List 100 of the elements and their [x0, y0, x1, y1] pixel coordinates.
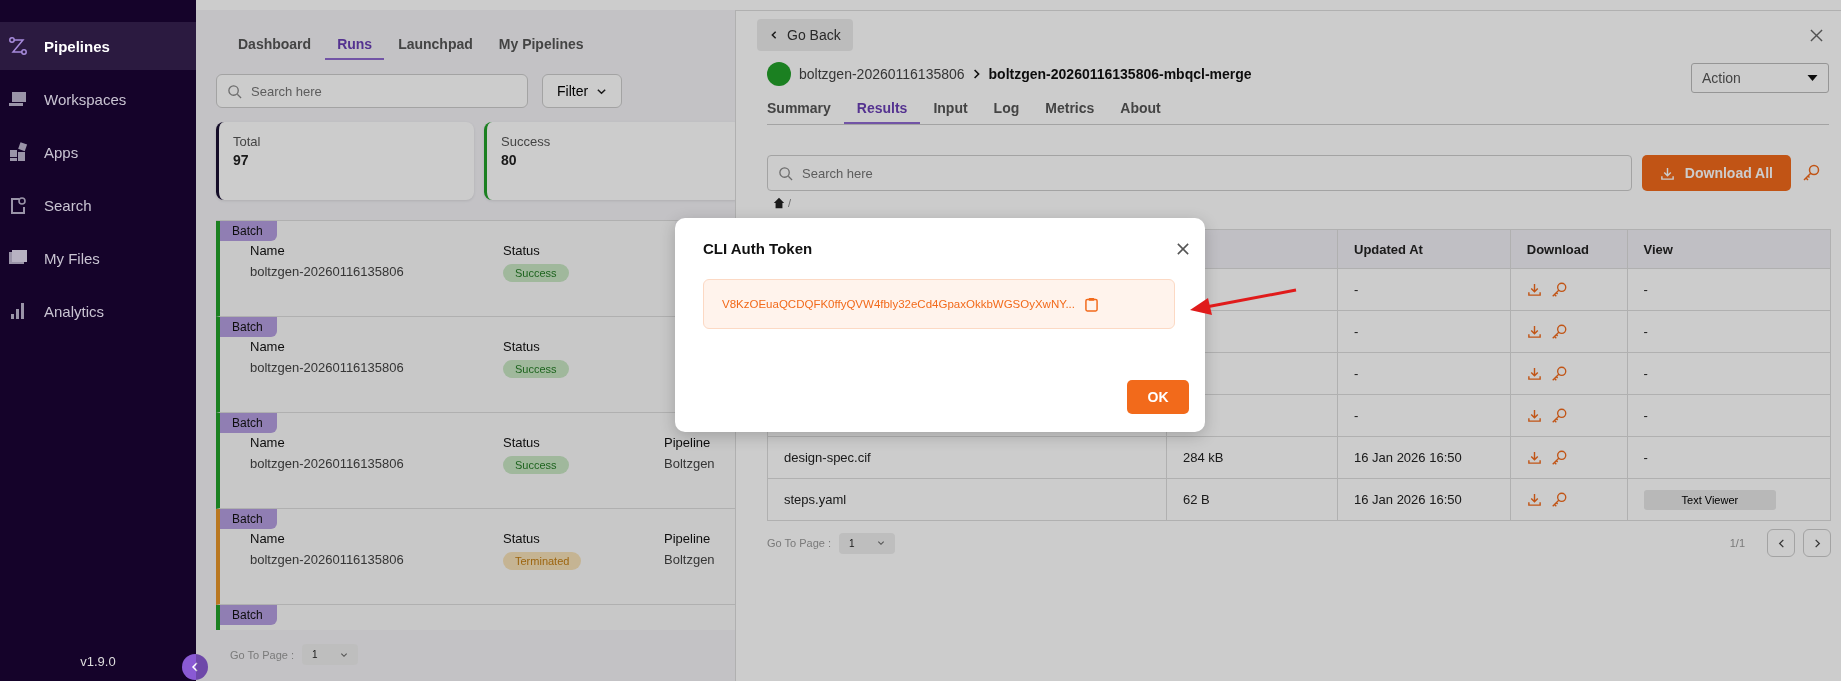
field-label: Name [250, 531, 285, 546]
path-separator: / [788, 197, 792, 209]
key-icon[interactable] [1801, 163, 1821, 183]
sidebar-item[interactable]: Analytics [0, 287, 196, 335]
tab[interactable]: Dashboard [226, 32, 324, 60]
sidebar-item[interactable]: Search [0, 181, 196, 229]
updated-at: - [1354, 366, 1359, 381]
pager-label: Go To Page : [230, 648, 294, 661]
download-icon[interactable] [1526, 282, 1542, 297]
updated-at: - [1354, 282, 1359, 297]
view-cell: - [1643, 324, 1648, 339]
run-card[interactable]: Batch Name boltzgen-20260116135806 Status Success [216, 221, 675, 317]
download-icon[interactable] [1526, 492, 1542, 507]
tab[interactable]: Metrics [1032, 97, 1108, 124]
view-cell: - [1643, 408, 1648, 423]
batch-tag: Batch [220, 221, 277, 241]
sidebar-item[interactable]: Workspaces [0, 75, 196, 123]
view-cell: - [1643, 282, 1648, 297]
status-badge: Success [503, 264, 569, 282]
batch-tag: Batch [220, 317, 277, 337]
sidebar-item[interactable]: My Files [0, 234, 196, 282]
page-select[interactable]: 1 [839, 532, 895, 554]
monitor-icon [8, 89, 28, 109]
run-name: boltzgen-20260116135806 [250, 456, 404, 471]
run-name: boltzgen-20260116135806 [250, 264, 404, 279]
tab[interactable]: Log [980, 97, 1033, 124]
breadcrumb-current: boltzgen-20260116135806-mbqcl-merge [988, 66, 1252, 82]
sidebar-item[interactable]: Apps [0, 128, 196, 176]
nodes-icon [8, 36, 28, 56]
page-select[interactable]: 1 [302, 644, 358, 665]
previous-page-button[interactable] [1767, 529, 1795, 557]
view-cell: - [1643, 450, 1648, 465]
stat-value: 97 [233, 152, 250, 168]
action-dropdown[interactable]: Action [1691, 63, 1829, 93]
tab[interactable]: Summary [767, 97, 844, 124]
chevron-right-icon [972, 69, 981, 79]
tab[interactable]: Launchpad [386, 32, 485, 60]
column-header: Download [1510, 229, 1628, 269]
search-field[interactable]: Search here [216, 74, 528, 108]
view-cell: - [1643, 366, 1648, 381]
pager-label: Go To Page : [767, 537, 831, 549]
text-viewer-button[interactable]: Text Viewer [1643, 489, 1777, 510]
download-icon[interactable] [1526, 450, 1542, 465]
status-badge: Success [503, 456, 569, 474]
close-icon[interactable] [1810, 28, 1823, 42]
stat-value: 80 [501, 152, 518, 168]
run-card[interactable]: Batch [216, 605, 735, 630]
status-badge: Success [503, 360, 569, 378]
chevron-down-icon [876, 539, 885, 547]
clipboard-icon[interactable] [1085, 296, 1098, 312]
chevron-left-icon [189, 661, 201, 673]
go-back-button[interactable]: Go Back [757, 19, 853, 51]
filter-button[interactable]: Filter [542, 74, 623, 108]
run-card[interactable]: Batch Name boltzgen-20260116135806 Status Success Pipeline Boltzgen [216, 413, 735, 509]
collapse-button[interactable] [182, 654, 208, 680]
caret-icon [1807, 75, 1818, 81]
close-icon[interactable] [1177, 242, 1189, 255]
sidebar-item[interactable]: Pipelines [0, 22, 196, 70]
run-name: boltzgen-20260116135806 [250, 552, 404, 567]
chevron-down-icon [339, 650, 348, 659]
download-icon[interactable] [1526, 408, 1542, 423]
tab[interactable]: About [1107, 97, 1174, 124]
tab[interactable]: My Pipelines [486, 32, 596, 60]
field-label: Name [250, 243, 285, 258]
field-label: Name [250, 339, 285, 354]
field-label: Pipeline [664, 435, 711, 450]
run-card[interactable]: Batch Name boltzgen-20260116135806 Status Success [216, 317, 675, 413]
field-label: Name [250, 435, 285, 450]
download-icon[interactable] [1526, 366, 1542, 381]
download-icon [1659, 165, 1675, 181]
version-text: v1.9.0 [80, 654, 116, 669]
updated-at: 16 Jan 2026 16:50 [1354, 450, 1462, 465]
search-field[interactable]: Search here [767, 155, 1632, 191]
batch-tag: Batch [220, 413, 277, 433]
file-name: design-spec.cif [784, 450, 871, 465]
home-icon[interactable] [773, 197, 785, 209]
next-page-button[interactable] [1803, 529, 1831, 557]
field-label: Status [503, 531, 540, 546]
column-header: Updated At [1337, 229, 1511, 269]
file-name: steps.yaml [784, 492, 847, 507]
field-label: Status [503, 435, 540, 450]
updated-at: 16 Jan 2026 16:50 [1354, 492, 1462, 507]
tab[interactable]: Runs [325, 32, 385, 60]
batch-tag: Batch [220, 509, 277, 529]
tab[interactable]: Input [920, 97, 981, 124]
tab[interactable]: Results [843, 97, 921, 124]
dialog-title: CLI Auth Token [703, 240, 813, 257]
field-label: Pipeline [664, 531, 711, 546]
updated-at: - [1354, 324, 1359, 339]
search-icon [227, 83, 242, 99]
token-text: V8KzOEuaQCDQFK0ffyQVW4fbly32eCd4GpaxOkkbWGSOyXwNY... [722, 298, 1075, 310]
page-count: 1/1 [1729, 537, 1745, 549]
download-icon[interactable] [1526, 324, 1542, 339]
run-card[interactable]: Batch Name boltzgen-20260116135806 Status Terminated Pipeline Boltzgen [216, 509, 735, 605]
pipeline-name: Boltzgen [664, 456, 715, 471]
column-header: View [1627, 229, 1831, 269]
file-size: 62 B [1183, 492, 1210, 507]
breadcrumb-link[interactable]: boltzgen-20260116135806 [799, 66, 965, 82]
file-size: 284 kB [1183, 450, 1224, 465]
pipeline-name: Boltzgen [664, 552, 715, 567]
